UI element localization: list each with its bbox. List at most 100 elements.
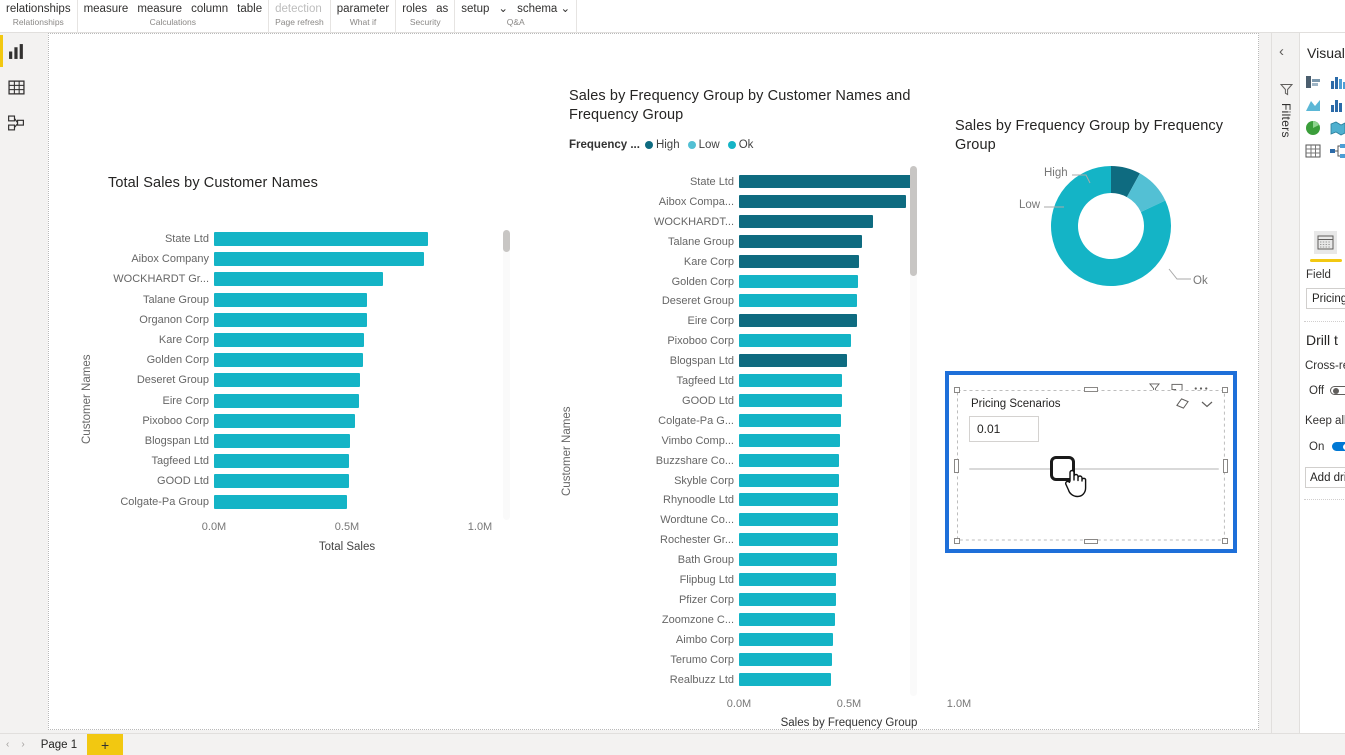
bar-21[interactable] — [739, 592, 836, 606]
resize-handle-sw[interactable] — [954, 538, 960, 544]
slicer-card[interactable]: Pricing Scenarios 0.01 — [954, 387, 1228, 544]
ribbon-button-column[interactable]: column — [191, 1, 228, 17]
bar-7[interactable] — [739, 314, 857, 328]
bar-18[interactable] — [739, 533, 838, 547]
bar-2[interactable] — [214, 272, 383, 287]
bar-2[interactable] — [739, 214, 874, 228]
chart-scrollbar-thumb[interactable] — [910, 166, 917, 276]
visual-frequency-group-donut-chart[interactable]: Sales by Frequency Group by Frequency Gr… — [939, 89, 1239, 309]
resize-handle-e[interactable] — [1223, 458, 1228, 473]
bar-19[interactable] — [739, 553, 837, 567]
viz-type-clustered-column-chart[interactable] — [1329, 73, 1345, 91]
donut-chart-graphic[interactable] — [1049, 164, 1173, 288]
sidebar-item-model-view[interactable] — [0, 105, 33, 141]
bar-0[interactable] — [214, 232, 429, 246]
collapse-filters-chevron-icon[interactable]: ‹ — [1279, 44, 1284, 59]
slicer-slider-handle[interactable] — [1050, 456, 1075, 481]
bar-24[interactable] — [739, 652, 832, 666]
ribbon-button-schema-[interactable]: schema ⌄ — [517, 1, 570, 17]
bar-11[interactable] — [739, 393, 843, 407]
bar-14[interactable] — [739, 453, 840, 467]
bar-1[interactable] — [739, 194, 907, 208]
slicer-slider-track[interactable] — [969, 468, 1219, 470]
bar-10[interactable] — [214, 434, 350, 448]
chart-scrollbar-track[interactable] — [503, 230, 510, 520]
bar-4[interactable] — [214, 312, 367, 327]
ribbon-button-setup[interactable]: setup — [461, 1, 489, 17]
bar-0[interactable] — [739, 175, 913, 188]
bar-16[interactable] — [739, 493, 838, 507]
viz-type-area-chart[interactable] — [1304, 96, 1322, 114]
visual-sales-by-frequency-bar-chart[interactable]: Sales by Frequency Group by Customer Nam… — [549, 56, 971, 729]
clear-selection-icon[interactable] — [1176, 397, 1189, 410]
bar-1[interactable] — [214, 252, 425, 267]
resize-handle-se[interactable] — [1222, 538, 1228, 544]
chevron-down-icon[interactable] — [1201, 400, 1213, 408]
bar-9[interactable] — [214, 413, 355, 428]
field-well-pricing-scenarios[interactable]: Pricing S — [1306, 288, 1345, 309]
donut-leader-line-high — [1072, 174, 1091, 184]
add-drill-through-field-button[interactable]: Add dril — [1305, 467, 1345, 488]
prev-page-button[interactable]: ‹ — [0, 739, 15, 750]
ribbon-button-parameter[interactable]: parameter — [337, 1, 389, 17]
bar-3[interactable] — [739, 234, 863, 248]
ribbon-button-roles[interactable]: roles — [402, 1, 427, 17]
bar-8[interactable] — [214, 393, 359, 408]
bar-5[interactable] — [214, 333, 365, 347]
viz-type-table[interactable] — [1304, 142, 1322, 160]
viz-type-column-chart[interactable] — [1329, 96, 1345, 114]
bar-17[interactable] — [739, 513, 838, 527]
ribbon-button-relationships[interactable]: relationships — [6, 1, 71, 17]
bar-15[interactable] — [739, 473, 840, 487]
next-page-button[interactable]: › — [15, 739, 30, 750]
bar-23[interactable] — [739, 632, 833, 646]
bar-8[interactable] — [739, 334, 852, 348]
report-page-canvas[interactable]: Total Sales by Customer Names Customer N… — [48, 33, 1259, 730]
bar-4[interactable] — [739, 254, 859, 268]
bar-11[interactable] — [214, 454, 350, 469]
bar-3[interactable] — [214, 292, 367, 307]
cross-report-toggle[interactable] — [1330, 386, 1345, 396]
page-tab-bar: ‹ › Page 1 + — [0, 733, 1345, 755]
ribbon-button-as[interactable]: as — [436, 1, 448, 17]
resize-handle-w[interactable] — [954, 458, 959, 473]
slicer-value-input[interactable]: 0.01 — [969, 416, 1039, 442]
sidebar-item-data-view[interactable] — [0, 69, 33, 105]
filters-pane-collapsed[interactable]: ‹ Filters — [1271, 33, 1299, 733]
resize-handle-n[interactable] — [1084, 387, 1098, 392]
viz-icon-slicer-selected[interactable] — [1314, 231, 1337, 254]
bar-5[interactable] — [739, 274, 858, 288]
resize-handle-s[interactable] — [1084, 539, 1098, 544]
chart-scrollbar-thumb[interactable] — [503, 230, 510, 252]
viz-type-decomposition-tree[interactable] — [1329, 142, 1345, 160]
viz-type-map[interactable] — [1329, 119, 1345, 137]
bar-12[interactable] — [739, 413, 842, 427]
bar-12[interactable] — [214, 474, 349, 489]
add-page-button[interactable]: + — [87, 733, 124, 755]
resize-handle-nw[interactable] — [954, 387, 960, 393]
bar-7[interactable] — [214, 373, 361, 388]
pricing-scenarios-slicer[interactable]: Pricing Scenarios 0.01 — [945, 371, 1237, 553]
sidebar-item-report-view[interactable] — [0, 33, 33, 69]
bar-20[interactable] — [739, 573, 837, 586]
bar-13[interactable] — [214, 494, 347, 509]
keep-all-filters-toggle[interactable] — [1332, 442, 1345, 452]
ribbon-button-measure[interactable]: measure — [137, 1, 182, 17]
viz-type-pie-chart[interactable] — [1304, 119, 1322, 137]
ribbon-button-table[interactable]: table — [237, 1, 262, 17]
bar-13[interactable] — [739, 433, 841, 447]
bar-6[interactable] — [739, 294, 857, 308]
bar-9[interactable] — [739, 354, 847, 368]
visualization-type-gallery[interactable] — [1304, 73, 1345, 160]
visual-total-sales-bar-chart[interactable]: Total Sales by Customer Names Customer N… — [71, 174, 521, 569]
bar-10[interactable] — [739, 374, 843, 387]
bar-22[interactable] — [739, 612, 836, 626]
ribbon-button--[interactable]: ⌄ — [498, 1, 508, 17]
chart-scrollbar-track[interactable] — [910, 166, 917, 696]
page-tab-page-1[interactable]: Page 1 — [31, 739, 87, 751]
ribbon-button-measure[interactable]: measure — [84, 1, 129, 17]
viz-type-stacked-bar-chart[interactable] — [1304, 73, 1322, 91]
bar-6[interactable] — [214, 353, 363, 368]
bar-25[interactable] — [739, 672, 831, 686]
resize-handle-ne[interactable] — [1222, 387, 1228, 393]
